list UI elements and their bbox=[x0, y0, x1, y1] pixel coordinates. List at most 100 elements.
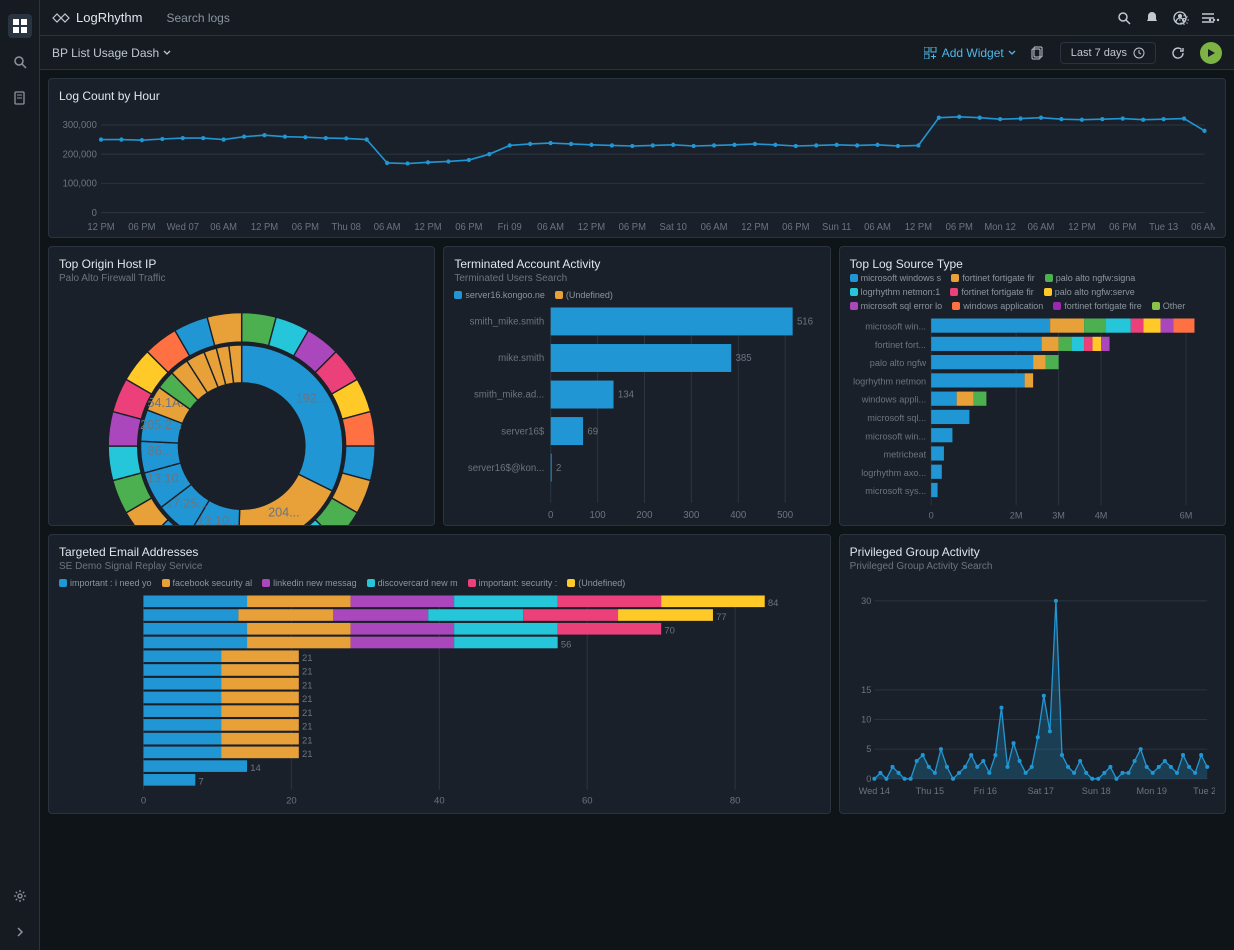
svg-text:smith_mike.ad...: smith_mike.ad... bbox=[474, 390, 544, 401]
svg-text:21: 21 bbox=[302, 708, 313, 719]
svg-text:21: 21 bbox=[302, 694, 313, 705]
add-widget-label: Add Widget bbox=[942, 46, 1004, 60]
svg-text:60: 60 bbox=[582, 796, 593, 807]
chart-origin[interactable]: 192...204...13.10...17.25...13.10...86..… bbox=[59, 290, 424, 526]
svg-text:4M: 4M bbox=[1094, 510, 1107, 520]
svg-text:12 PM: 12 PM bbox=[251, 222, 278, 233]
sidebar bbox=[0, 0, 40, 950]
svg-text:516: 516 bbox=[797, 317, 813, 328]
svg-text:56: 56 bbox=[561, 639, 572, 650]
chart-logcount[interactable]: 0100,000200,000300,00012 PM06 PMWed 0706… bbox=[59, 105, 1215, 234]
svg-text:385: 385 bbox=[736, 353, 752, 364]
svg-text:0: 0 bbox=[548, 510, 553, 521]
svg-text:200,000: 200,000 bbox=[63, 149, 97, 160]
sidebar-reports-icon[interactable] bbox=[8, 86, 32, 110]
panel-subtitle: Palo Alto Firewall Traffic bbox=[59, 273, 424, 284]
panel-terminated: Terminated Account Activity Terminated U… bbox=[443, 246, 830, 526]
panel-subtitle: Terminated Users Search bbox=[454, 273, 819, 284]
breadcrumb[interactable]: Search logs bbox=[166, 11, 229, 25]
sidebar-dashboard-icon[interactable] bbox=[8, 14, 32, 38]
copy-icon[interactable] bbox=[1026, 41, 1050, 65]
sidebar-settings-icon[interactable] bbox=[8, 884, 32, 908]
svg-text:Wed 14: Wed 14 bbox=[858, 786, 889, 796]
svg-text:15: 15 bbox=[861, 685, 871, 695]
svg-text:12 PM: 12 PM bbox=[1068, 222, 1095, 233]
svg-text:6M: 6M bbox=[1179, 510, 1192, 520]
chart-targeted[interactable]: 020406080847770562121212121212121147 bbox=[59, 594, 820, 808]
svg-text:10: 10 bbox=[861, 715, 871, 725]
widget-icon bbox=[924, 47, 938, 59]
svg-text:microsoft win...: microsoft win... bbox=[865, 431, 926, 441]
panel-title: Top Log Source Type bbox=[850, 257, 1215, 271]
svg-text:30: 30 bbox=[861, 596, 871, 606]
dashboard-name-dropdown[interactable]: BP List Usage Dash bbox=[52, 46, 171, 60]
chevron-down-icon bbox=[163, 49, 171, 57]
timerange-picker[interactable]: Last 7 days bbox=[1060, 42, 1156, 64]
svg-text:21: 21 bbox=[302, 749, 313, 760]
svg-text:Tue 13: Tue 13 bbox=[1149, 222, 1178, 233]
svg-text:palo alto ngfw: palo alto ngfw bbox=[869, 358, 926, 368]
panel-privileged: Privileged Group Activity Privileged Gro… bbox=[839, 534, 1226, 814]
svg-text:06 AM: 06 AM bbox=[374, 222, 401, 233]
refresh-icon[interactable] bbox=[1166, 41, 1190, 65]
svg-text:0: 0 bbox=[141, 796, 146, 807]
panel-targeted: Targeted Email Addresses SE Demo Signal … bbox=[48, 534, 831, 814]
svg-text:06 AM: 06 AM bbox=[864, 222, 891, 233]
dashboard-name-label: BP List Usage Dash bbox=[52, 46, 159, 60]
notifications-icon[interactable] bbox=[1138, 4, 1166, 32]
sidebar-search-icon[interactable] bbox=[8, 50, 32, 74]
chart-logsource[interactable]: 02M3M4M6Mmicrosoft win...fortinet fort..… bbox=[850, 317, 1215, 523]
svg-text:0: 0 bbox=[928, 510, 933, 520]
svg-text:21: 21 bbox=[302, 735, 313, 746]
svg-text:smith_mike.smith: smith_mike.smith bbox=[470, 317, 545, 328]
chevron-down-icon bbox=[1008, 49, 1016, 57]
legend-targeted: important : i need yofacebook security a… bbox=[59, 578, 820, 588]
svg-text:server16$: server16$ bbox=[502, 426, 546, 437]
svg-text:mike.smith: mike.smith bbox=[498, 353, 544, 364]
svg-text:80: 80 bbox=[730, 796, 741, 807]
play-button[interactable] bbox=[1200, 42, 1222, 64]
panel-subtitle: Privileged Group Activity Search bbox=[850, 561, 1215, 572]
panel-origin: Top Origin Host IP Palo Alto Firewall Tr… bbox=[48, 246, 435, 526]
svg-text:400: 400 bbox=[731, 510, 747, 521]
panel-title: Terminated Account Activity bbox=[454, 257, 819, 271]
chart-privileged[interactable]: 05101530Wed 14Thu 15Fri 16Sat 17Sun 18Mo… bbox=[850, 578, 1215, 803]
brand-name: LogRhythm bbox=[76, 10, 142, 25]
legend-logsource: microsoft windows sfortinet fortigate fi… bbox=[850, 273, 1215, 311]
svg-text:134: 134 bbox=[618, 390, 635, 401]
svg-text:100: 100 bbox=[590, 510, 606, 521]
app-root: LogRhythm Search logs BP List Usage Dash… bbox=[0, 0, 1234, 950]
svg-text:21: 21 bbox=[302, 667, 313, 678]
sidebar-collapse-icon[interactable] bbox=[8, 920, 32, 944]
svg-text:500: 500 bbox=[777, 510, 793, 521]
svg-text:84: 84 bbox=[768, 598, 779, 609]
play-icon bbox=[1206, 48, 1216, 58]
clock-icon bbox=[1133, 47, 1145, 59]
controlbar: BP List Usage Dash Add Widget Last 7 day… bbox=[40, 36, 1234, 70]
svg-text:Thu 08: Thu 08 bbox=[332, 222, 361, 233]
topbar-search-icon[interactable] bbox=[1110, 4, 1138, 32]
svg-text:0: 0 bbox=[92, 208, 97, 219]
svg-text:Mon 19: Mon 19 bbox=[1136, 786, 1166, 796]
svg-text:microsoft sql...: microsoft sql... bbox=[867, 413, 926, 423]
svg-text:12 PM: 12 PM bbox=[741, 222, 768, 233]
brand-logo: LogRhythm bbox=[52, 10, 142, 25]
logo-icon bbox=[52, 11, 70, 25]
svg-text:40: 40 bbox=[434, 796, 445, 807]
main: LogRhythm Search logs BP List Usage Dash… bbox=[40, 0, 1234, 950]
svg-text:06 AM: 06 AM bbox=[537, 222, 564, 233]
svg-text:metricbeat: metricbeat bbox=[883, 450, 926, 460]
svg-text:Sun 18: Sun 18 bbox=[1081, 786, 1110, 796]
svg-text:5: 5 bbox=[866, 744, 871, 754]
svg-text:Sat 10: Sat 10 bbox=[660, 222, 687, 233]
svg-text:06 AM: 06 AM bbox=[1191, 222, 1215, 233]
legend-terminated: server16.kongoo.ne (Undefined) bbox=[454, 290, 819, 300]
svg-text:77: 77 bbox=[716, 612, 727, 623]
svg-text:Fri 16: Fri 16 bbox=[973, 786, 996, 796]
svg-text:2: 2 bbox=[556, 463, 561, 474]
chart-terminated[interactable]: 0100200300400500smith_mike.smith516mike.… bbox=[454, 306, 819, 524]
add-widget-button[interactable]: Add Widget bbox=[924, 46, 1016, 60]
svg-text:windows appli...: windows appli... bbox=[860, 395, 925, 405]
panel-logsource: Top Log Source Type microsoft windows sf… bbox=[839, 246, 1226, 526]
svg-text:06 PM: 06 PM bbox=[619, 222, 646, 233]
